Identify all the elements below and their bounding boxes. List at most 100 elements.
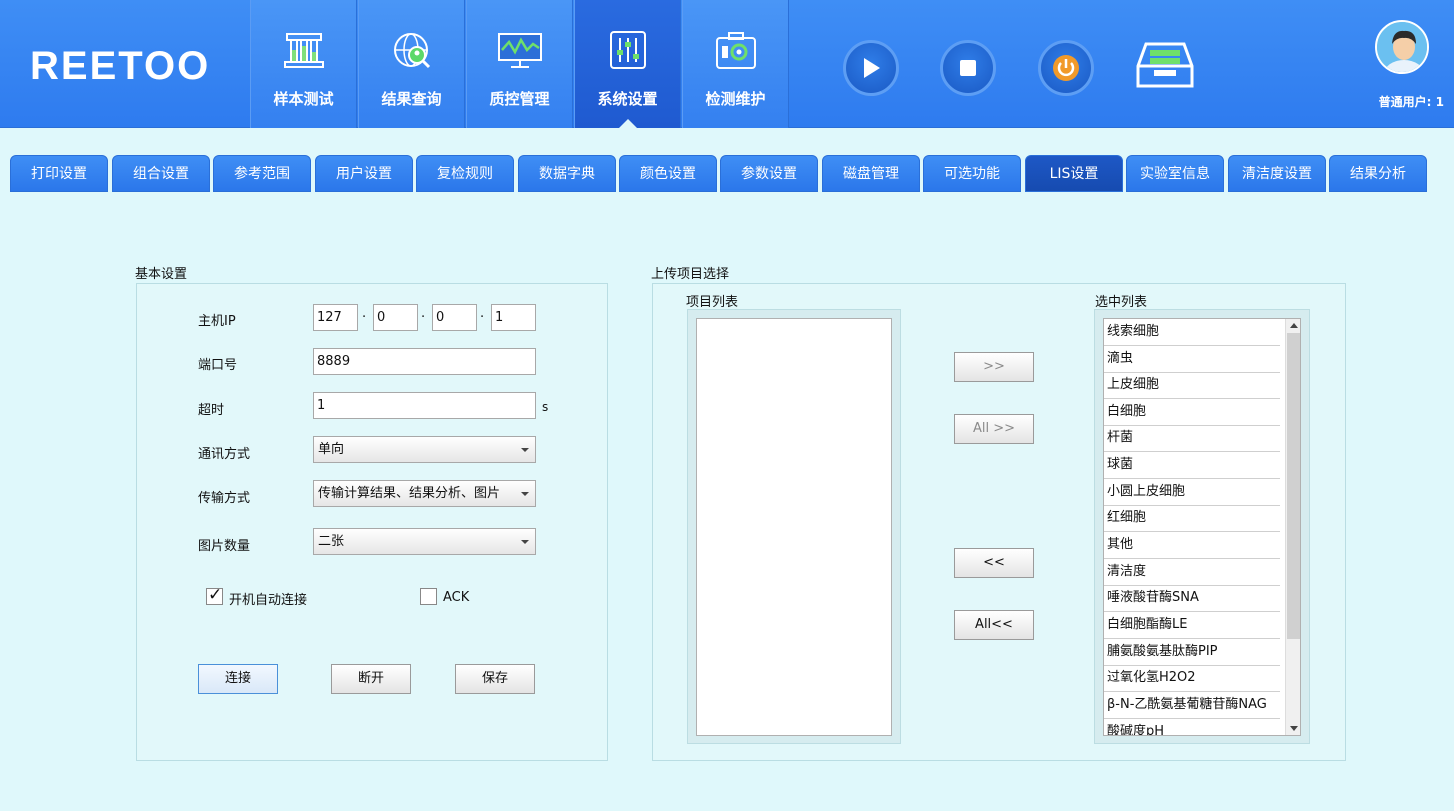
list-item[interactable]: 线索细胞: [1104, 319, 1280, 346]
tab-parameter-settings[interactable]: 参数设置: [720, 155, 818, 192]
scrollbar-thumb[interactable]: [1287, 333, 1300, 639]
ip-octet-3[interactable]: 0: [432, 304, 477, 331]
list-item[interactable]: 清洁度: [1104, 559, 1280, 586]
nav-label: 检测维护: [705, 90, 766, 108]
stop-icon: [960, 60, 976, 76]
power-icon: [1053, 55, 1079, 81]
comm-mode-value: 单向: [318, 442, 345, 457]
tab-cleanliness-settings[interactable]: 清洁度设置: [1228, 155, 1326, 192]
upload-items-title: 上传项目选择: [651, 267, 730, 282]
list-item[interactable]: 脯氨酸氨基肽酶PIP: [1104, 639, 1280, 666]
list-item[interactable]: 白细胞酯酶LE: [1104, 612, 1280, 639]
picture-count-select[interactable]: 二张: [313, 528, 536, 555]
tab-user-settings[interactable]: 用户设置: [315, 155, 413, 192]
timeout-label: 超时: [198, 403, 225, 418]
tab-data-dictionary[interactable]: 数据字典: [518, 155, 616, 192]
port-field[interactable]: 8889: [313, 348, 536, 375]
tab-reference-range[interactable]: 参考范围: [213, 155, 311, 192]
timeout-field[interactable]: 1: [313, 392, 536, 419]
chevron-down-icon: [521, 448, 529, 452]
port-label: 端口号: [198, 358, 238, 373]
selected-list-frame: 线索细胞 滴虫 上皮细胞 白细胞 杆菌 球菌 小圆上皮细胞 红细胞 其他 清洁度…: [1094, 309, 1310, 744]
user-label: 普通用户: 1: [1378, 95, 1444, 109]
picture-count-label: 图片数量: [198, 539, 251, 554]
list-item[interactable]: 滴虫: [1104, 346, 1280, 373]
disconnect-button[interactable]: 断开: [331, 664, 411, 694]
upload-items-panel: 项目列表 >> All >> << All<< 选中列表 线索细胞 滴虫 上皮细…: [652, 283, 1346, 761]
project-list[interactable]: [696, 318, 892, 736]
add-all-button[interactable]: All >>: [954, 414, 1034, 444]
list-item[interactable]: 红细胞: [1104, 505, 1280, 532]
connect-button[interactable]: 连接: [198, 664, 278, 694]
stop-button[interactable]: [940, 40, 996, 96]
toolbox-gear-icon: [716, 32, 756, 69]
top-bar: REETOO 样本测试 结果查询 质控管理 系统设置 检测维护 普通用户: 1: [0, 0, 1454, 128]
power-button[interactable]: [1038, 40, 1094, 96]
tray-icon[interactable]: [1136, 40, 1194, 90]
list-item[interactable]: 小圆上皮细胞: [1104, 479, 1280, 506]
brand-logo: REETOO: [30, 44, 211, 88]
list-item[interactable]: 唾液酸苷酶SNA: [1104, 585, 1280, 612]
list-item[interactable]: 白细胞: [1104, 399, 1280, 426]
list-item[interactable]: 杆菌: [1104, 425, 1280, 452]
nav-maintenance[interactable]: 检测维护: [682, 0, 789, 128]
list-item[interactable]: 上皮细胞: [1104, 372, 1280, 399]
user-avatar-icon: [1377, 22, 1427, 72]
nav-label: 系统设置: [597, 90, 658, 108]
list-item[interactable]: β-N-乙酰氨基葡糖苷酶NAG: [1104, 692, 1280, 719]
list-item[interactable]: 球菌: [1104, 452, 1280, 479]
tab-result-analysis[interactable]: 结果分析: [1329, 155, 1427, 192]
autoconnect-checkbox[interactable]: ✓: [206, 585, 223, 605]
ip-octet-2[interactable]: 0: [373, 304, 418, 331]
tab-lab-info[interactable]: 实验室信息: [1126, 155, 1224, 192]
nav-system-settings[interactable]: 系统设置: [574, 0, 681, 128]
list-item[interactable]: 其他: [1104, 532, 1280, 559]
ack-checkbox[interactable]: [420, 588, 437, 605]
tab-optional-features[interactable]: 可选功能: [923, 155, 1021, 192]
start-button[interactable]: [843, 40, 899, 96]
tab-color-settings[interactable]: 颜色设置: [619, 155, 717, 192]
tab-lis-settings[interactable]: LIS设置: [1025, 155, 1123, 192]
ip-separator: ·: [480, 310, 485, 325]
add-button[interactable]: >>: [954, 352, 1034, 382]
tab-disk-management[interactable]: 磁盘管理: [822, 155, 920, 192]
list-item[interactable]: 酸碱度pH: [1104, 719, 1280, 735]
scroll-up-icon[interactable]: [1290, 323, 1298, 328]
tab-combo-settings[interactable]: 组合设置: [112, 155, 210, 192]
ip-octet-4[interactable]: 1: [491, 304, 536, 331]
timeout-unit: s: [542, 400, 549, 414]
remove-all-button[interactable]: All<<: [954, 610, 1034, 640]
remove-button[interactable]: <<: [954, 548, 1034, 578]
monitor-chart-icon: [498, 33, 542, 68]
ack-label: ACK: [443, 590, 470, 605]
selected-list-scrollbar[interactable]: [1285, 319, 1300, 735]
autoconnect-label: 开机自动连接: [229, 593, 308, 608]
checkmark-icon: ✓: [208, 585, 223, 605]
save-button[interactable]: 保存: [455, 664, 535, 694]
project-list-label: 项目列表: [686, 295, 739, 310]
transfer-mode-label: 传输方式: [198, 491, 251, 506]
list-item[interactable]: 过氧化氢H2O2: [1104, 665, 1280, 692]
chevron-down-icon: [521, 492, 529, 496]
nav-label: 质控管理: [489, 90, 550, 108]
ip-octet-1[interactable]: 127: [313, 304, 358, 331]
comm-mode-label: 通讯方式: [198, 447, 251, 462]
transfer-mode-select[interactable]: 传输计算结果、结果分析、图片: [313, 480, 536, 507]
host-ip-label: 主机IP: [198, 314, 236, 329]
nav-label: 结果查询: [381, 90, 442, 108]
tab-print-settings[interactable]: 打印设置: [10, 155, 108, 192]
chevron-down-icon: [521, 540, 529, 544]
comm-mode-select[interactable]: 单向: [313, 436, 536, 463]
nav-result-query[interactable]: 结果查询: [358, 0, 465, 128]
basic-settings-title: 基本设置: [135, 267, 188, 282]
ip-separator: ·: [362, 310, 367, 325]
nav-qc-management[interactable]: 质控管理: [466, 0, 573, 128]
nav-sample-test[interactable]: 样本测试: [250, 0, 357, 128]
scroll-down-icon[interactable]: [1290, 726, 1298, 731]
selected-list-label: 选中列表: [1095, 295, 1148, 310]
picture-count-value: 二张: [318, 534, 345, 549]
tab-recheck-rules[interactable]: 复检规则: [416, 155, 514, 192]
selected-list[interactable]: 线索细胞 滴虫 上皮细胞 白细胞 杆菌 球菌 小圆上皮细胞 红细胞 其他 清洁度…: [1103, 318, 1301, 736]
avatar[interactable]: [1375, 20, 1429, 74]
globe-search-icon: [394, 33, 431, 69]
